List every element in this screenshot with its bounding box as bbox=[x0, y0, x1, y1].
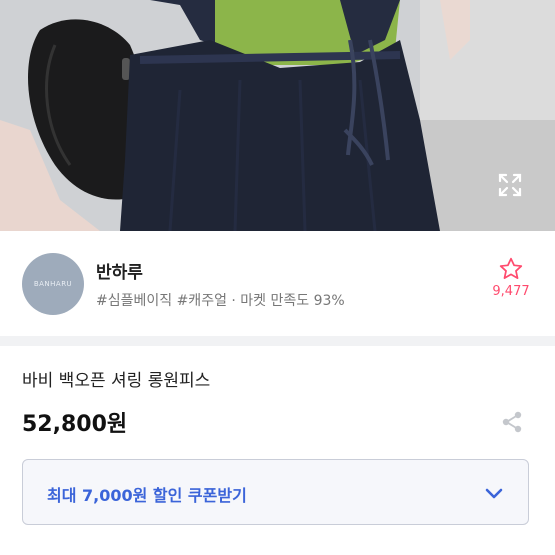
section-divider bbox=[0, 336, 555, 346]
shop-avatar[interactable]: BANHARU bbox=[22, 253, 84, 315]
star-outline-icon bbox=[499, 257, 523, 279]
favorite-button[interactable]: 9,477 bbox=[486, 256, 536, 318]
expand-image-button[interactable] bbox=[497, 172, 535, 210]
expand-icon bbox=[498, 173, 522, 197]
product-price: 52,800원 bbox=[22, 412, 128, 437]
shop-avatar-text: BANHARU bbox=[33, 280, 73, 288]
coupon-button[interactable]: 최대 7,000원 할인 쿠폰받기 bbox=[22, 459, 529, 525]
share-button[interactable] bbox=[497, 407, 527, 437]
shop-info-row[interactable]: BANHARU 반하루 #심플베이직 #캐주얼 · 마켓 만족도 93% 9,4… bbox=[0, 231, 555, 336]
favorite-count: 9,477 bbox=[492, 284, 530, 299]
chevron-down-icon bbox=[485, 488, 503, 499]
product-title: 바비 백오픈 셔링 롱원피스 bbox=[22, 371, 211, 391]
shop-meta: #심플베이직 #캐주얼 · 마켓 만족도 93% bbox=[96, 293, 345, 309]
shop-name[interactable]: 반하루 bbox=[96, 258, 143, 283]
share-icon bbox=[502, 411, 522, 433]
product-image[interactable] bbox=[0, 0, 555, 231]
coupon-label: 최대 7,000원 할인 쿠폰받기 bbox=[47, 486, 247, 505]
product-photo-illustration bbox=[0, 0, 555, 231]
